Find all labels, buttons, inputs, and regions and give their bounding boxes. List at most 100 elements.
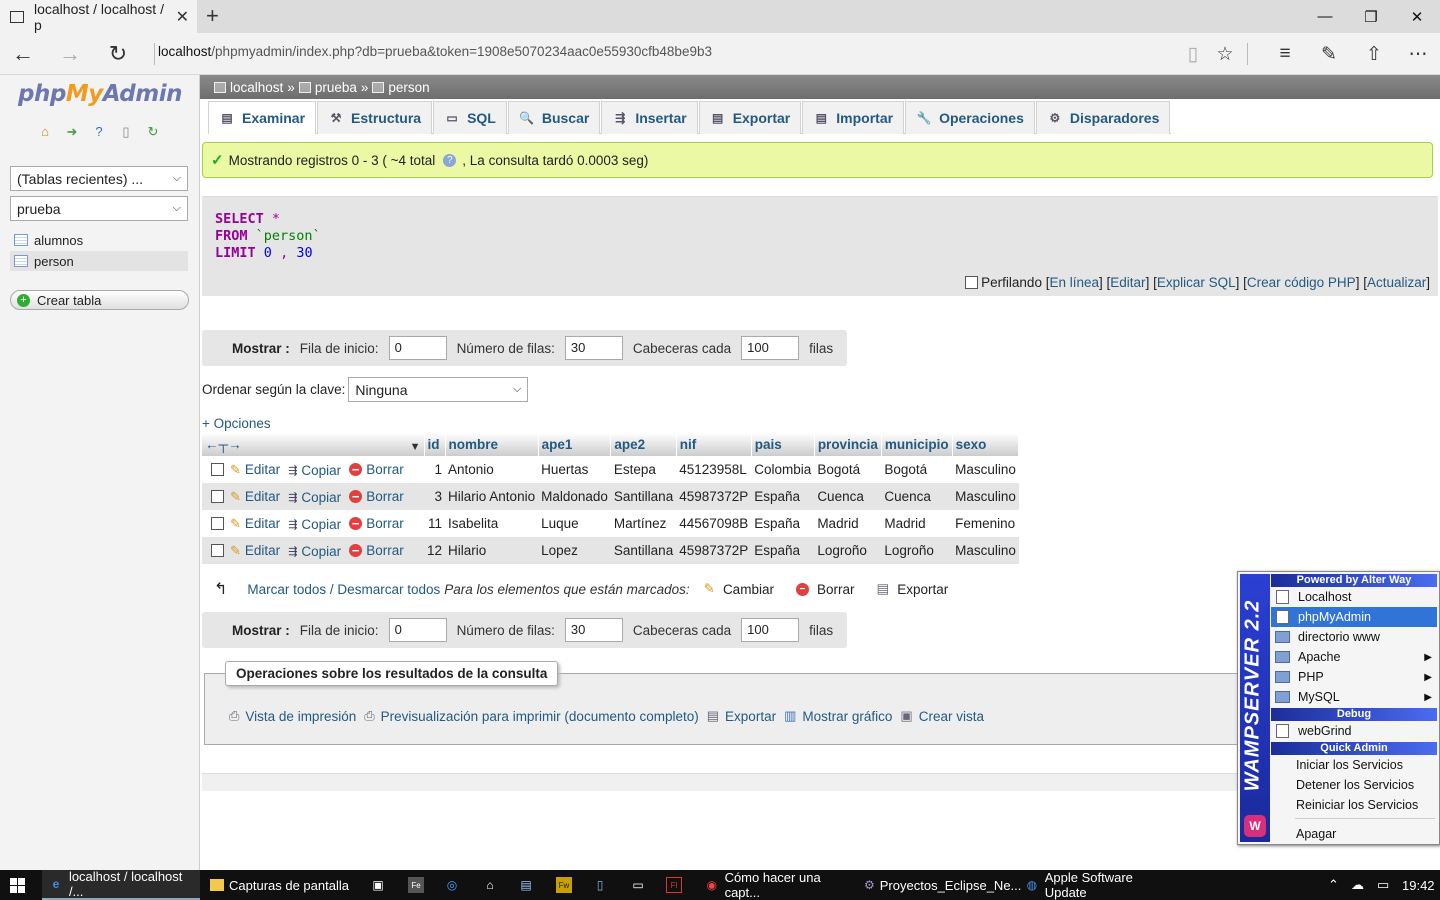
maximize-button[interactable]: ❐ xyxy=(1348,0,1394,33)
tab-disparadores[interactable]: ⚙ Disparadores xyxy=(1035,101,1171,134)
wamp-item-phpmyadmin[interactable]: phpMyAdmin xyxy=(1271,607,1437,627)
taskbar-app-icon[interactable]: ▤ xyxy=(518,870,539,900)
cell-ape2[interactable]: Santillana xyxy=(610,537,677,564)
cell-ape2[interactable]: Estepa xyxy=(610,456,677,483)
cell-ape2[interactable]: Martínez xyxy=(610,510,677,537)
edit-sql-link[interactable]: Editar xyxy=(1110,275,1145,290)
start-row-input[interactable]: 0 xyxy=(388,618,447,642)
sidebar-table-person[interactable]: person xyxy=(10,251,188,271)
delete-row-button[interactable]: − Borrar xyxy=(349,543,404,558)
cell-sexo[interactable]: Femenino xyxy=(952,510,1019,537)
taskbar-store-icon[interactable]: ▣ xyxy=(370,870,391,900)
wamp-item-apache[interactable]: Apache ▶ xyxy=(1271,647,1437,667)
wamp-item-stop-services[interactable]: Detener los Servicios xyxy=(1271,775,1437,795)
cell-nif[interactable]: 45987372P xyxy=(676,483,752,510)
cell-ape1[interactable]: Lopez xyxy=(538,537,611,564)
cell-municipio[interactable]: Cuenca xyxy=(881,483,953,510)
bulk-delete-button[interactable]: − Borrar xyxy=(795,582,854,597)
rows-input[interactable]: 30 xyxy=(564,618,623,642)
print-full-link[interactable]: ⎙ Previsualización para imprimir (documen… xyxy=(364,708,699,724)
row-checkbox[interactable] xyxy=(211,517,224,531)
database-select[interactable]: prueba ⌵ xyxy=(10,196,188,221)
column-header-id[interactable]: id xyxy=(424,433,446,456)
create-php-link[interactable]: Crear código PHP xyxy=(1247,275,1356,290)
reload-icon[interactable]: ↻ xyxy=(144,123,162,140)
cell-nombre[interactable]: Hilario Antonio xyxy=(445,483,539,510)
column-header-ape1[interactable]: ape1 xyxy=(538,433,612,456)
sidebar-table-alumnos[interactable]: alumnos xyxy=(10,230,188,250)
url-field[interactable]: localhost/phpmyadmin/index.php?db=prueba… xyxy=(158,44,712,59)
wamp-item-shutdown[interactable]: Apagar xyxy=(1271,824,1437,844)
notes-icon[interactable]: ✎ xyxy=(1316,42,1342,66)
column-header-nif[interactable]: nif xyxy=(676,433,752,456)
cell-nif[interactable]: 44567098B xyxy=(676,510,752,537)
taskbar-item-apple-update[interactable]: ◍ Apple Software Update xyxy=(1018,870,1176,900)
sort-key-select[interactable]: Ninguna ⌵ xyxy=(348,377,529,402)
tab-buscar[interactable]: 🔍 Buscar xyxy=(507,101,601,134)
export-link[interactable]: ▤ Exportar xyxy=(707,708,776,724)
cell-pais[interactable]: España xyxy=(751,510,815,537)
tab-estructura[interactable]: ⚒ Estructura xyxy=(317,101,433,134)
refresh-button[interactable]: ↻ xyxy=(103,39,133,69)
cell-provincia[interactable]: Bogotá xyxy=(814,456,882,483)
bulk-change-button[interactable]: ✎ Cambiar xyxy=(704,581,774,597)
start-row-input[interactable]: 0 xyxy=(388,336,447,360)
wamp-item-php[interactable]: PHP ▶ xyxy=(1271,667,1437,687)
taskbar-item-chrome[interactable]: ◉ Cómo hacer una capt... xyxy=(698,870,856,900)
options-link[interactable]: + Opciones xyxy=(202,416,271,431)
column-header-provincia[interactable]: provincia xyxy=(814,433,882,456)
close-tab-icon[interactable]: ✕ xyxy=(176,7,189,27)
copy-row-button[interactable]: ⇶ Copiar xyxy=(288,517,341,532)
cell-pais[interactable]: Colombia xyxy=(751,456,815,483)
cell-nif[interactable]: 45987372P xyxy=(676,537,752,564)
breadcrumb-table[interactable]: person xyxy=(388,80,429,95)
cell-sexo[interactable]: Masculino xyxy=(952,483,1019,510)
edit-row-button[interactable]: ✎ Editar xyxy=(230,543,280,559)
breadcrumb-db[interactable]: prueba xyxy=(315,80,357,95)
column-header-nombre[interactable]: nombre xyxy=(445,433,539,456)
taskbar-app-icon[interactable]: Fl xyxy=(666,870,687,900)
cell-municipio[interactable]: Madrid xyxy=(881,510,953,537)
cloud-icon[interactable]: ☁ xyxy=(1351,870,1364,900)
wamp-item-www[interactable]: directorio www xyxy=(1271,627,1437,647)
refresh-link[interactable]: Actualizar xyxy=(1367,275,1426,290)
edit-row-button[interactable]: ✎ Editar xyxy=(230,462,280,478)
cell-nombre[interactable]: Antonio xyxy=(445,456,539,483)
cell-id[interactable]: 11 xyxy=(424,510,446,537)
wamp-item-restart-services[interactable]: Reiniciar los Servicios xyxy=(1271,795,1437,815)
taskbar-app-icon[interactable]: ▯ xyxy=(592,870,613,900)
taskbar-app-icon[interactable]: ⌂ xyxy=(482,870,503,900)
show-chart-link[interactable]: ▥ Mostrar gráfico xyxy=(784,708,892,724)
taskbar-item-captures[interactable]: Capturas de pantalla xyxy=(204,870,354,900)
rows-input[interactable]: 30 xyxy=(564,336,623,360)
inline-link[interactable]: En línea xyxy=(1049,275,1099,290)
breadcrumb-server[interactable]: localhost xyxy=(230,80,283,95)
create-view-link[interactable]: ▣ Crear vista xyxy=(900,708,984,724)
wamp-item-webgrind[interactable]: webGrind xyxy=(1271,721,1437,741)
cell-municipio[interactable]: Logroño xyxy=(881,537,953,564)
cell-nombre[interactable]: Isabelita xyxy=(445,510,539,537)
home-icon[interactable]: ⌂ xyxy=(36,123,54,140)
column-header-sexo[interactable]: sexo xyxy=(952,433,1020,456)
cell-ape2[interactable]: Santillana xyxy=(610,483,677,510)
minimize-button[interactable]: — xyxy=(1302,0,1348,33)
cell-id[interactable]: 12 xyxy=(424,537,446,564)
column-arrows-header[interactable]: ←┬→ ▼ xyxy=(202,433,425,456)
cell-municipio[interactable]: Bogotá xyxy=(881,456,953,483)
clock[interactable]: 19:42 xyxy=(1402,870,1435,900)
edit-row-button[interactable]: ✎ Editar xyxy=(230,489,280,505)
tab-examinar[interactable]: ▤ Examinar xyxy=(208,101,317,134)
cell-pais[interactable]: España xyxy=(751,537,815,564)
recent-tables-select[interactable]: (Tablas recientes) ... ⌵ xyxy=(10,166,188,191)
taskbar-app-icon[interactable]: ▭ xyxy=(630,870,651,900)
taskbar-app-icon[interactable]: Fe xyxy=(408,870,429,900)
cell-nif[interactable]: 45123958L xyxy=(676,456,752,483)
copy-row-button[interactable]: ⇶ Copiar xyxy=(288,490,341,505)
cell-id[interactable]: 1 xyxy=(424,456,446,483)
tray-chevron-icon[interactable]: ⌃ xyxy=(1328,870,1339,900)
column-header-ape2[interactable]: ape2 xyxy=(610,433,677,456)
cell-pais[interactable]: España xyxy=(751,483,815,510)
cell-ape1[interactable]: Huertas xyxy=(538,456,611,483)
row-checkbox[interactable] xyxy=(211,544,224,558)
cell-ape1[interactable]: Luque xyxy=(538,510,611,537)
